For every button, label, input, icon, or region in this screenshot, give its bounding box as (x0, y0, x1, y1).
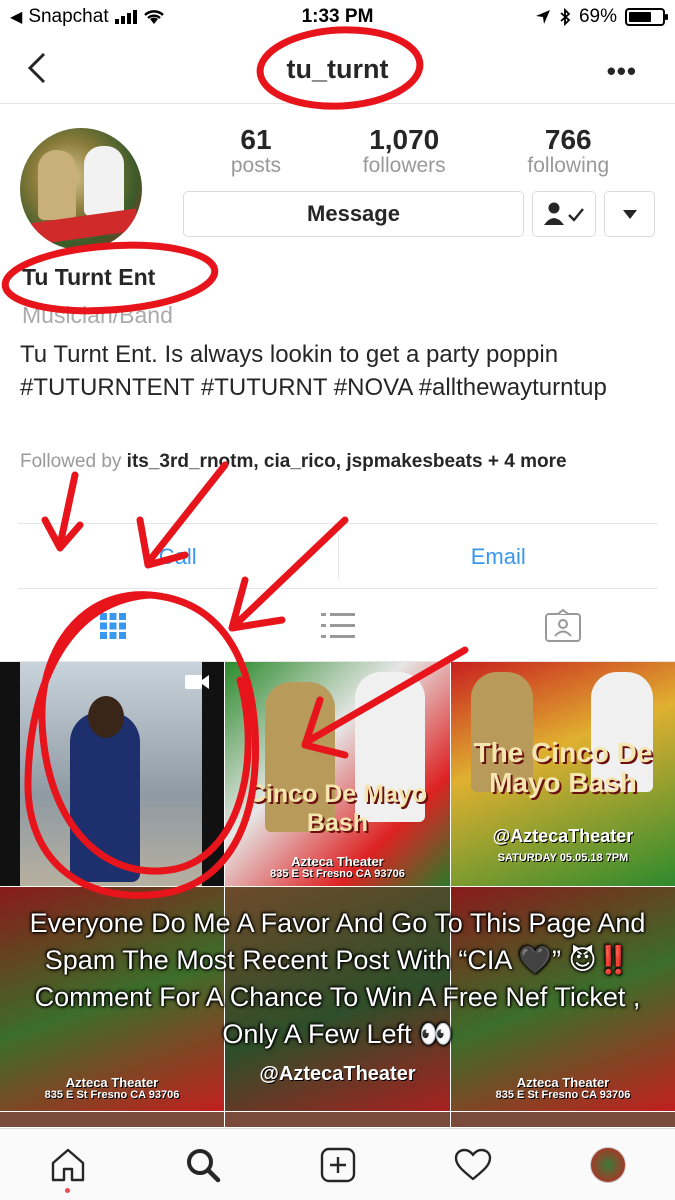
avatar-figure-right (84, 146, 124, 216)
home-icon (51, 1148, 84, 1181)
email-button[interactable]: Email (339, 524, 659, 588)
call-button[interactable]: Call (18, 524, 338, 588)
add-post-icon (320, 1147, 355, 1182)
stat-value: 61 (240, 124, 272, 155)
stat-following[interactable]: 766 following (527, 124, 609, 178)
stat-label: following (527, 154, 610, 177)
poster-title: Cinco De Mayo Bash (247, 780, 428, 837)
poster-date: SATURDAY 05.05.18 7PM (497, 852, 629, 864)
search-icon (186, 1148, 220, 1182)
post-thumbnail[interactable]: Cinco De Mayo Bash Azteca Theater 835 E … (225, 662, 450, 886)
posts-grid: Cinco De Mayo Bash Azteca Theater 835 E … (0, 662, 675, 1127)
stat-value: 766 (544, 124, 592, 155)
followed-by-prefix: Followed by (20, 451, 122, 472)
profile-avatar[interactable] (20, 128, 142, 250)
bottom-tab-bar (0, 1128, 675, 1200)
nav-bar: tu_turnt ••• (0, 36, 675, 104)
heart-icon (454, 1148, 491, 1180)
tab-new-post[interactable] (308, 1135, 368, 1195)
tab-grid[interactable] (0, 590, 225, 661)
message-button[interactable]: Message (183, 191, 524, 237)
location-arrow-icon (535, 10, 550, 24)
profile-bio: Tu Turnt Ent. Is always lookin to get a … (20, 341, 607, 401)
poster-address: 835 E St Fresno CA 93706 (495, 1089, 631, 1101)
video-person-head (88, 696, 124, 738)
post-thumbnail[interactable]: The Cinco De Mayo Bash @AztecaTheater SA… (451, 662, 675, 886)
poster-title: The Cinco De Mayo Bash (473, 737, 653, 798)
status-right: 69% (535, 6, 668, 28)
stat-label: posts (230, 154, 282, 177)
tab-home[interactable] (38, 1135, 98, 1195)
list-icon (320, 612, 355, 638)
profile-username-title: tu_turnt (286, 54, 389, 84)
poster-handle: @AztecaTheater (492, 826, 634, 846)
tab-profile[interactable] (578, 1135, 638, 1195)
followed-by-names[interactable]: its_3rd_rnotm, cia_rico, jspmakesbeats (127, 451, 483, 472)
bluetooth-icon (560, 8, 571, 26)
post-thumbnail[interactable] (225, 1112, 450, 1127)
suggested-dropdown-button[interactable] (604, 191, 655, 237)
battery-fill (629, 12, 651, 22)
post-thumbnail[interactable] (0, 1112, 224, 1127)
followed-by[interactable]: Followed by its_3rd_rnotm, cia_rico, jsp… (20, 448, 660, 475)
poster-address: 835 E St Fresno CA 93706 (44, 1089, 180, 1101)
stat-posts[interactable]: 61 posts (231, 124, 281, 178)
poster-address: 835 E St Fresno CA 93706 (270, 868, 405, 880)
stat-label: followers (362, 154, 446, 177)
following-status-button[interactable] (532, 191, 596, 237)
video-icon (185, 675, 209, 689)
profile-category: Musician/Band (22, 302, 173, 328)
status-bar: ◀ Snapchat 1:33 PM 69% (0, 0, 675, 36)
profile-stats: 61 posts 1,070 followers 766 following (190, 124, 650, 178)
profile-view-tabs (0, 590, 675, 662)
caret-down-icon (622, 210, 637, 219)
overlay-caption: Everyone Do Me A Favor And Go To This Pa… (29, 908, 646, 1049)
post-thumbnail[interactable] (451, 1112, 675, 1127)
followed-by-suffix: + 4 more (487, 451, 567, 472)
more-options-icon[interactable]: ••• (607, 56, 637, 87)
tab-search[interactable] (173, 1135, 233, 1195)
battery-percent: 69% (578, 6, 617, 27)
stat-value: 1,070 (369, 124, 440, 155)
notification-dot (64, 1187, 70, 1193)
stat-followers[interactable]: 1,070 followers (363, 124, 446, 178)
poster-venue: Azteca Theater (291, 854, 384, 869)
poster-venue: Azteca Theater (516, 1075, 610, 1090)
grid-icon (99, 612, 126, 639)
battery-icon (625, 8, 668, 26)
contact-row: Call Email (18, 523, 658, 589)
profile-display-name: Tu Turnt Ent (22, 264, 156, 290)
poster-venue: Azteca Theater (65, 1075, 159, 1090)
profile-mini-avatar (589, 1146, 626, 1183)
tagged-person-icon (544, 608, 581, 642)
post-thumbnail-video[interactable] (0, 662, 224, 886)
poster-handle: @AztecaTheater (259, 1063, 416, 1085)
tab-tagged[interactable] (450, 590, 675, 661)
tab-activity[interactable] (443, 1135, 503, 1195)
tab-list[interactable] (225, 590, 450, 661)
avatar-figure-left (38, 150, 76, 220)
person-check-icon (544, 202, 584, 225)
